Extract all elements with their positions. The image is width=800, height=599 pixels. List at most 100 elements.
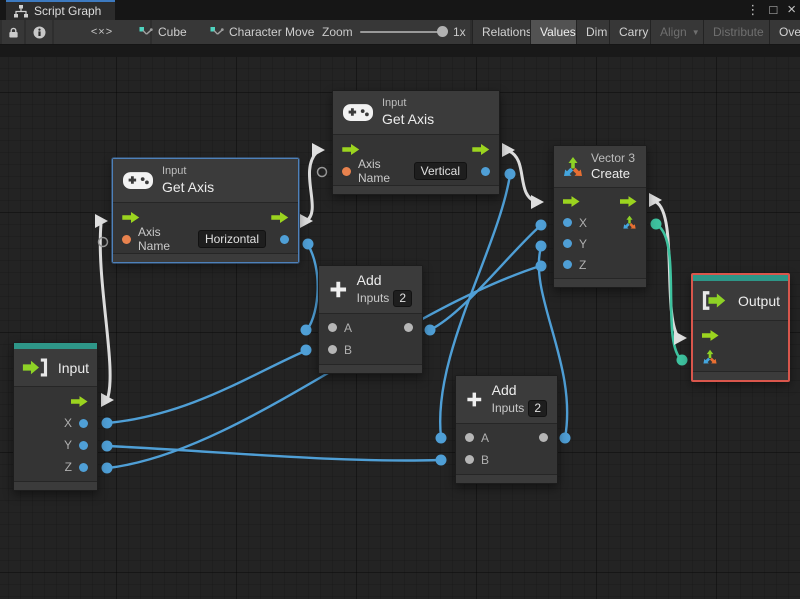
wire-control-input-to-horizontal[interactable] (98, 223, 112, 401)
node-header[interactable]: Input Get Axis (113, 159, 298, 204)
port-create-x[interactable] (535, 219, 547, 231)
node-graph-input[interactable]: Input X Y Z (13, 342, 98, 491)
port-create-result[interactable] (650, 218, 662, 230)
port-input-x[interactable] (101, 417, 113, 429)
control-in-port-create[interactable] (531, 195, 544, 209)
port-horizontal-result[interactable] (302, 238, 314, 250)
close-icon[interactable]: × (787, 0, 796, 20)
script-graph-icon (14, 4, 28, 17)
control-out-arrow-icon[interactable] (71, 395, 88, 407)
tab-script-graph[interactable]: Script Graph (6, 0, 116, 20)
sum-port-icon[interactable] (539, 433, 548, 442)
port-create-y[interactable] (535, 240, 547, 252)
port-output-value[interactable] (676, 354, 688, 366)
inputs-label: Inputs (491, 400, 525, 415)
wire-control-horizontal-to-vertical[interactable] (304, 150, 319, 223)
string-port-icon[interactable] (122, 234, 131, 244)
inputs-count-field[interactable]: 2 (528, 399, 547, 417)
chevron-down-icon: ▼ (691, 27, 700, 37)
port-add2-sum[interactable] (559, 432, 571, 444)
control-out-arrow-icon[interactable] (620, 196, 637, 208)
control-in-port-vertical[interactable] (312, 143, 325, 157)
node-header[interactable]: Input Get Axis (333, 91, 499, 136)
wire-add1-sum-to-create-x[interactable] (429, 225, 541, 332)
float-port-icon[interactable] (79, 440, 88, 450)
control-in-port-output[interactable] (674, 331, 687, 345)
control-out-arrow-icon[interactable] (472, 143, 490, 155)
zoom-slider-knob[interactable] (437, 26, 448, 37)
node-add-1[interactable]: Add Inputs 2 A B (318, 265, 423, 374)
axis-name-field[interactable]: Horizontal (197, 230, 266, 249)
float-port-icon[interactable] (481, 166, 490, 176)
node-footer (113, 253, 298, 263)
info-button[interactable] (26, 20, 52, 44)
float-port-icon[interactable] (280, 234, 289, 244)
overview-button[interactable]: Overv (769, 20, 800, 44)
port-add1-a[interactable] (300, 324, 312, 336)
node-get-axis-horizontal[interactable]: Input Get Axis Axis Name Horizontal (112, 158, 299, 264)
node-category: Input (162, 165, 187, 177)
node-title: Get Axis (382, 110, 435, 127)
node-footer (456, 473, 557, 483)
maximize-icon[interactable]: □ (769, 0, 777, 20)
axis-name-field[interactable]: Vertical (413, 162, 467, 181)
node-header[interactable]: Add Inputs 2 (319, 266, 422, 314)
lock-button[interactable] (2, 20, 24, 44)
generic-port-icon[interactable] (465, 455, 474, 464)
generic-port-icon[interactable] (465, 433, 474, 442)
menu-icon[interactable]: ⋮ (746, 0, 759, 20)
node-footer (333, 185, 499, 195)
inputs-count-field[interactable]: 2 (393, 289, 412, 307)
generic-port-icon[interactable] (328, 323, 337, 332)
zoom-slider[interactable] (360, 31, 446, 33)
node-header[interactable]: Output (693, 281, 788, 321)
node-title: Input (57, 359, 89, 376)
control-in-arrow-icon[interactable] (702, 329, 719, 341)
node-vector3-create[interactable]: Vector 3 Create X Y Z (553, 145, 647, 289)
code-view-button[interactable]: <×> (54, 20, 150, 44)
control-in-arrow-icon[interactable] (342, 143, 360, 155)
float-port-icon[interactable] (563, 239, 572, 249)
node-add-2[interactable]: Add Inputs 2 A B (455, 375, 558, 484)
port-input-y[interactable] (101, 440, 113, 452)
control-in-arrow-icon[interactable] (563, 196, 580, 208)
wire-horizontal-result-to-add1-a[interactable] (306, 244, 319, 331)
control-in-arrow-icon[interactable] (122, 211, 140, 223)
vector3-result-port-icon[interactable] (622, 215, 637, 230)
port-add2-b[interactable] (435, 454, 447, 466)
tab-bar: Script Graph ⋮ □ × (0, 0, 800, 20)
port-x-label: X (63, 416, 72, 430)
wire-input-x-to-add1-b[interactable] (107, 349, 306, 425)
align-dropdown[interactable]: Align ▼ (650, 20, 709, 44)
port-add2-a[interactable] (435, 432, 447, 444)
wire-input-y-to-add2-b[interactable] (107, 444, 441, 462)
port-add1-b[interactable] (300, 344, 312, 356)
float-port-icon[interactable] (79, 418, 88, 428)
port-add1-sum[interactable] (424, 324, 436, 336)
node-header[interactable]: Add Inputs 2 (456, 376, 557, 424)
float-port-icon[interactable] (79, 462, 88, 472)
control-out-arrow-icon[interactable] (271, 211, 289, 223)
breadcrumb-character-move[interactable]: Character Move (210, 20, 314, 44)
node-header[interactable]: Input (14, 349, 97, 387)
breadcrumb-cube[interactable]: Cube (139, 20, 187, 44)
vector3-value-port-icon[interactable] (702, 349, 718, 365)
node-header[interactable]: Vector 3 Create (554, 146, 646, 189)
port-create-z[interactable] (535, 260, 547, 272)
port-vertical-axisname-unconnected[interactable] (316, 166, 328, 178)
generic-port-icon[interactable] (328, 345, 337, 354)
tab-label: Script Graph (34, 4, 102, 18)
port-a-label: A (344, 320, 353, 335)
node-graph-output[interactable]: Output (691, 273, 790, 382)
gamepad-icon (343, 104, 373, 122)
float-port-icon[interactable] (563, 218, 572, 228)
node-get-axis-vertical[interactable]: Input Get Axis Axis Name Vertical (332, 90, 500, 196)
sum-port-icon[interactable] (404, 323, 413, 332)
string-port-icon[interactable] (342, 166, 351, 176)
node-title: Add (356, 272, 382, 288)
node-footer (14, 481, 97, 490)
port-vertical-result[interactable] (504, 168, 516, 180)
port-input-z[interactable] (101, 462, 113, 474)
float-port-icon[interactable] (563, 260, 572, 270)
node-footer (554, 278, 646, 288)
